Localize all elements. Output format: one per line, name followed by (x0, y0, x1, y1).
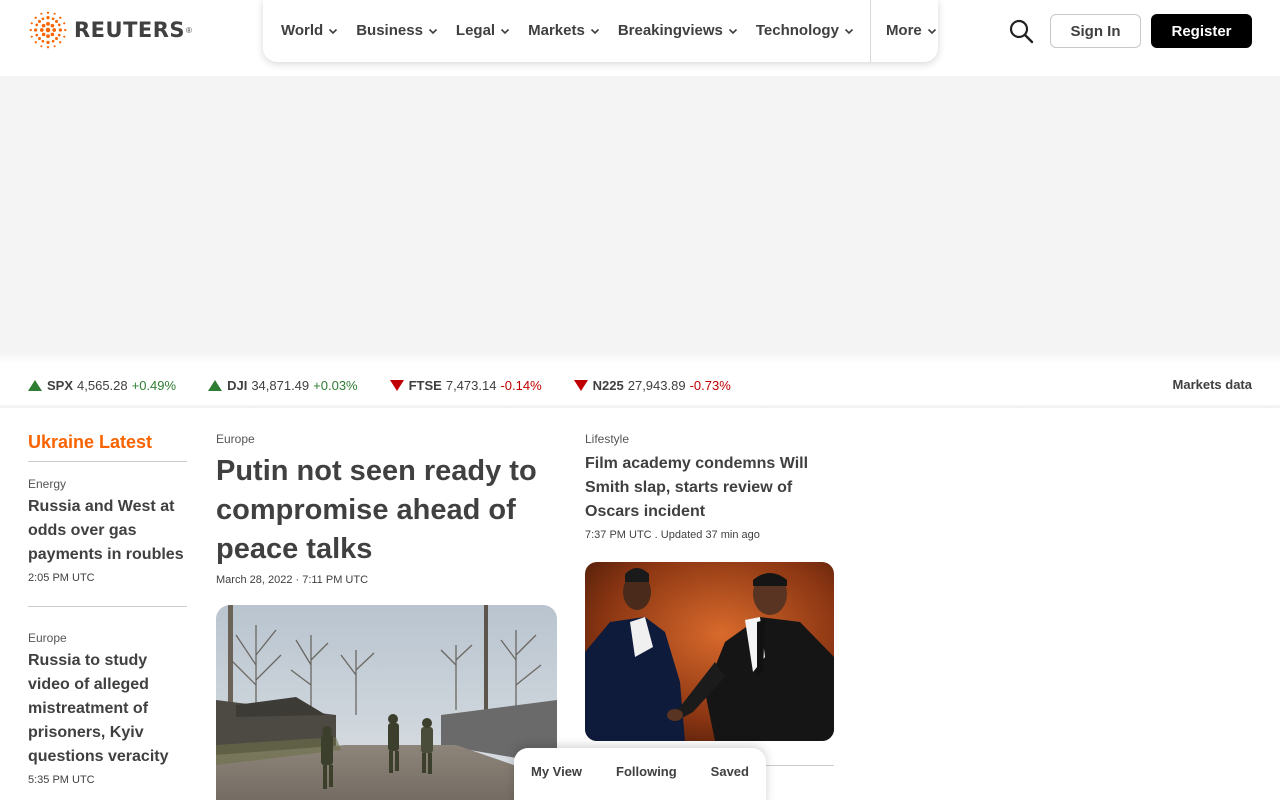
story-kicker[interactable]: Energy (28, 477, 187, 491)
chevron-down-icon (329, 28, 338, 34)
market-ticker: SPX 4,565.28 +0.49% DJI 34,871.49 +0.03%… (0, 365, 1280, 405)
ticker-change: +0.03% (313, 377, 358, 393)
register-button[interactable]: Register (1151, 14, 1252, 48)
search-icon[interactable] (1008, 18, 1034, 44)
story-time: March 28, 2022 · 7:11 PM UTC (216, 574, 369, 586)
ticker-value: 34,871.49 (251, 377, 310, 393)
ticker-symbol: DJI (227, 377, 248, 393)
ticker-symbol: N225 (592, 377, 624, 393)
reuters-logo[interactable]: REUTERS ® (28, 11, 192, 49)
nav-item-breakingviews[interactable]: Breakingviews (600, 0, 738, 62)
secondary-story: Lifestyle Film academy condemns Will Smi… (585, 432, 834, 541)
list-item: Energy Russia and West at odds over gas … (28, 462, 187, 584)
ukraine-latest-title[interactable]: Ukraine Latest (28, 432, 187, 462)
arrow-down-icon (573, 379, 588, 391)
ticker-item-spx[interactable]: SPX 4,565.28 +0.49% (28, 378, 176, 393)
arrow-up-icon (208, 379, 223, 391)
lead-headline[interactable]: Putin not seen ready to compromise ahead… (216, 452, 557, 569)
story-kicker[interactable]: Lifestyle (585, 432, 834, 446)
ticker-symbol: FTSE (408, 377, 442, 393)
ticker-value: 4,565.28 (77, 377, 128, 393)
nav-item-label: World (281, 22, 324, 39)
story-time: 7:37 PM UTC . Updated 37 min ago (585, 529, 760, 541)
main-nav: World Business Legal Markets Breakingvie… (263, 0, 938, 62)
ticker-value: 27,943.89 (627, 377, 686, 393)
story-time: 5:35 PM UTC (28, 774, 95, 786)
oscars-slap-image (585, 562, 834, 741)
reuters-logo-mark-icon (29, 11, 67, 49)
story-time: 2:05 PM UTC (28, 572, 95, 584)
nav-item-business[interactable]: Business (338, 0, 438, 62)
nav-item-legal[interactable]: Legal (438, 0, 510, 62)
ad-banner-placeholder (0, 76, 1280, 352)
ticker-item-dji[interactable]: DJI 34,871.49 +0.03% (208, 378, 358, 393)
chevron-down-icon (428, 28, 437, 34)
lead-story: Europe Putin not seen ready to compromis… (216, 432, 557, 586)
arrow-up-icon (28, 379, 42, 391)
nav-item-more[interactable]: More (871, 0, 937, 62)
ticker-symbol: SPX (47, 377, 74, 393)
personalization-bar: My View Following Saved (514, 748, 766, 800)
nav-item-label: Legal (455, 22, 496, 39)
ticker-item-ftse[interactable]: FTSE 7,473.14 -0.14% (389, 377, 542, 393)
secondary-headline[interactable]: Film academy condemns Will Smith slap, s… (585, 452, 834, 524)
markets-data-link[interactable]: Markets data (1173, 377, 1252, 392)
ticker-change: -0.73% (689, 377, 731, 393)
sign-in-button[interactable]: Sign In (1050, 14, 1141, 48)
story-headline[interactable]: Russia and West at odds over gas payment… (28, 495, 187, 567)
secondary-story-photo[interactable] (585, 562, 834, 741)
saved-tab[interactable]: Saved (711, 764, 749, 800)
nav-item-world[interactable]: World (263, 0, 338, 62)
story-headline[interactable]: Russia to study video of alleged mistrea… (28, 649, 187, 769)
chevron-down-icon (728, 28, 737, 34)
reuters-wordmark: REUTERS (74, 18, 186, 42)
arrow-down-icon (389, 379, 404, 391)
nav-item-label: Breakingviews (617, 22, 723, 39)
ticker-change: -0.14% (500, 377, 542, 393)
nav-item-markets[interactable]: Markets (510, 0, 600, 62)
chevron-down-icon (590, 28, 599, 34)
story-kicker[interactable]: Europe (28, 631, 187, 645)
ticker-change: +0.49% (131, 377, 177, 393)
lead-story-photo[interactable] (216, 605, 557, 800)
chevron-down-icon (501, 28, 510, 34)
story-kicker[interactable]: Europe (216, 432, 557, 446)
chevron-down-icon (927, 28, 936, 34)
nav-item-label: Markets (528, 22, 585, 39)
nav-item-technology[interactable]: Technology (738, 0, 854, 62)
ukraine-latest-section: Ukraine Latest Energy Russia and West at… (28, 432, 187, 786)
soldiers-walking-image (216, 605, 557, 800)
my-view-tab[interactable]: My View (531, 764, 582, 800)
registered-mark: ® (186, 25, 192, 35)
nav-item-label: More (885, 22, 922, 39)
following-tab[interactable]: Following (616, 764, 677, 800)
ticker-value: 7,473.14 (445, 377, 497, 393)
ticker-item-n225[interactable]: N225 27,943.89 -0.73% (573, 377, 731, 393)
nav-item-label: Business (356, 22, 423, 39)
nav-item-label: Technology (755, 22, 839, 39)
list-item: Europe Russia to study video of alleged … (28, 606, 187, 786)
site-header: REUTERS ® World Business Legal Markets Br… (0, 0, 1280, 76)
chevron-down-icon (844, 28, 854, 34)
